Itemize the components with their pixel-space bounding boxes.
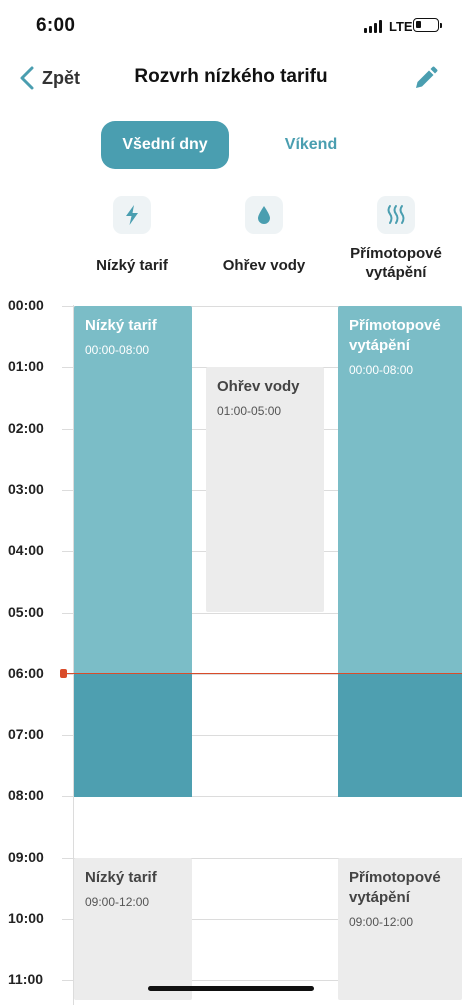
block-title: Nízký tarif (85, 869, 157, 886)
battery-tip (440, 23, 442, 28)
home-indicator[interactable] (148, 986, 314, 991)
hour-label: 02:00 (8, 420, 44, 436)
current-time-marker (60, 669, 67, 678)
hour-label: 11:00 (8, 971, 44, 987)
block-elapsed-part (338, 673, 462, 797)
water-drop-icon (258, 206, 270, 224)
block-range: 09:00-12:00 (85, 895, 150, 909)
lightning-icon (126, 205, 138, 225)
signal-icon (364, 20, 382, 33)
battery-icon (413, 18, 439, 32)
tab-weekend[interactable]: Víkend (247, 121, 375, 169)
status-time: 6:00 (36, 15, 76, 36)
block-direct-heating-morning[interactable]: Přímotopové vytápění 00:00-08:00 (338, 306, 462, 797)
page-title: Rozvrh nízkého tarifu (134, 66, 328, 87)
block-title: Přímotopové vytápění (349, 869, 441, 906)
category-icon-water-heating (245, 196, 283, 234)
category-icon-low-tariff (113, 196, 151, 234)
tab-weekdays[interactable]: Všední dny (101, 121, 229, 169)
block-title: Nízký tarif (85, 317, 157, 334)
hour-label: 04:00 (8, 542, 44, 558)
hour-label: 06:00 (8, 665, 44, 681)
hour-label: 01:00 (8, 358, 44, 374)
category-label-direct-heating: Přímotopové vytápění (350, 245, 442, 281)
hour-label: 09:00 (8, 849, 44, 865)
hour-label: 00:00 (8, 297, 44, 313)
hour-label: 05:00 (8, 604, 44, 620)
block-range: 00:00-08:00 (85, 343, 150, 357)
category-label-low-tariff: Nízký tarif (96, 257, 168, 274)
current-time-line (62, 673, 462, 674)
category-label-water-heating: Ohřev vody (222, 257, 306, 274)
block-elapsed-part (74, 673, 192, 797)
block-title: Ohřev vody (217, 378, 300, 395)
hour-label: 07:00 (8, 726, 44, 742)
category-icon-direct-heating (377, 196, 415, 234)
block-low-tariff-morning[interactable]: Nízký tarif 00:00-08:00 (74, 306, 192, 797)
block-water-heating[interactable]: Ohřev vody 01:00-05:00 (206, 367, 324, 612)
hour-label: 10:00 (8, 910, 44, 926)
edit-button[interactable] (410, 64, 440, 94)
network-label: LTE (389, 19, 413, 34)
pencil-icon (416, 66, 438, 88)
block-low-tariff-late[interactable]: Nízký tarif 09:00-12:00 (74, 858, 192, 1000)
block-direct-heating-late[interactable]: Přímotopové vytápění 09:00-12:00 (338, 858, 462, 1000)
block-title: Přímotopové vytápění (349, 317, 441, 354)
hour-label: 08:00 (8, 787, 44, 803)
heat-waves-icon (387, 205, 405, 224)
block-range: 09:00-12:00 (349, 915, 414, 929)
hour-label: 03:00 (8, 481, 44, 497)
block-range: 00:00-08:00 (349, 363, 414, 377)
block-range: 01:00-05:00 (217, 404, 282, 418)
